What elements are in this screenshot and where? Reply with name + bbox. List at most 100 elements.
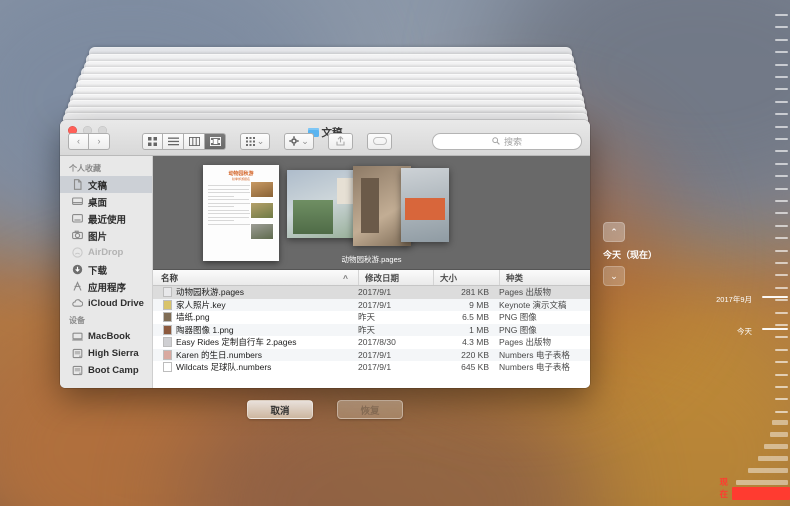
timeline-tick-recent[interactable] [764, 444, 788, 449]
coverflow-item-4[interactable] [401, 168, 449, 242]
timeline-tick[interactable] [775, 187, 788, 190]
column-header-name[interactable]: 名称 [161, 272, 178, 284]
sidebar-item-macbook[interactable]: MacBook [60, 328, 152, 345]
table-row[interactable]: Karen 的生日.numbers 2017/9/1 220 KB Numbers 电… [153, 348, 590, 361]
timeline-tick[interactable] [775, 100, 788, 103]
table-row[interactable]: 墙纸.png 昨天 6.5 MB PNG 图像 [153, 311, 590, 324]
file-kind-cell: PNG 图像 [499, 324, 537, 335]
table-row[interactable]: 家人照片.key 2017/9/1 9 MB Keynote 演示文稿 [153, 298, 590, 311]
sidebar-item-boot-camp[interactable]: Boot Camp [60, 362, 152, 379]
file-kind-cell: Keynote 演示文稿 [499, 299, 567, 310]
column-header-kind[interactable]: 种类 [499, 270, 590, 285]
laptop-icon [72, 332, 83, 341]
sidebar-item-最近使用[interactable]: 最近使用 [60, 210, 152, 227]
file-date-cell: 昨天 [358, 324, 376, 335]
timeline-tick[interactable] [775, 125, 788, 128]
timeline-now-bar[interactable] [732, 487, 790, 500]
coverflow-preview[interactable]: 动物园秋游 秋季郊游报名 动物园秋游.pages [153, 156, 590, 270]
timeline-tick-recent[interactable] [758, 456, 788, 461]
downloads-icon [72, 264, 83, 275]
column-header-date[interactable]: 修改日期 [358, 270, 433, 285]
timeline-tick[interactable] [775, 386, 788, 388]
sidebar-item-桌面[interactable]: 桌面 [60, 193, 152, 210]
coverflow-view-button[interactable] [205, 132, 226, 150]
file-kind-cell: Pages 出版物 [499, 287, 551, 298]
timeline-tick[interactable] [775, 38, 788, 41]
timeline-tick[interactable] [775, 150, 788, 153]
dialog-actions: 取消 恢复 [60, 400, 590, 419]
file-name-text: 动物园秋游.pages [176, 287, 245, 298]
sidebar-item-icloud-drive[interactable]: iCloud Drive [60, 295, 152, 312]
timeline-tick[interactable] [775, 336, 788, 339]
timeline-tick-recent[interactable] [748, 468, 788, 473]
icloud-icon [72, 299, 83, 307]
table-row[interactable]: Wildcats 足球队.numbers 2017/9/1 645 KB Number… [153, 361, 590, 374]
timeline-tick-labeled[interactable] [762, 296, 788, 298]
go-forward-in-time-button[interactable]: ⌄ [603, 266, 625, 286]
timeline-tick[interactable] [775, 212, 788, 215]
timeline-tick[interactable] [775, 262, 788, 264]
table-row[interactable]: 陶器图像 1.png 昨天 1 MB PNG 图像 [153, 323, 590, 336]
timeline-tick[interactable] [775, 373, 788, 376]
forward-button[interactable]: › [89, 132, 110, 150]
time-machine-timeline[interactable]: 2017年9月 今天 现在 [716, 0, 790, 506]
tag-button[interactable] [367, 132, 392, 150]
timeline-tick[interactable] [775, 249, 788, 252]
timeline-tick[interactable] [775, 14, 788, 16]
timeline-tick[interactable] [775, 175, 788, 178]
timeline-tick[interactable] [775, 311, 788, 314]
timeline-tick[interactable] [775, 286, 788, 289]
restore-button: 恢复 [337, 400, 403, 419]
timeline-tick[interactable] [775, 398, 788, 401]
share-button[interactable] [328, 132, 353, 150]
timeline-tick[interactable] [775, 76, 788, 78]
timeline-tick[interactable] [775, 88, 788, 91]
preview-photo-1 [250, 181, 274, 198]
timeline-tick[interactable] [775, 224, 788, 227]
sidebar-item-label: 桌面 [88, 197, 108, 209]
go-back-in-time-button[interactable]: ⌃ [603, 222, 625, 242]
timeline-tick[interactable] [775, 410, 788, 413]
file-name-cell: Karen 的生日.numbers [153, 349, 358, 361]
timeline-tick[interactable] [775, 348, 788, 351]
timeline-tick[interactable] [775, 361, 788, 364]
timeline-tick-recent[interactable] [770, 432, 788, 437]
timeline-tick[interactable] [775, 200, 788, 202]
timeline-tick[interactable] [775, 237, 788, 240]
action-button[interactable]: ⌄ [284, 132, 314, 150]
arrange-button[interactable]: ⌄ [240, 132, 270, 150]
sidebar-item-图片[interactable]: 图片 [60, 227, 152, 244]
list-view-button[interactable] [163, 132, 184, 150]
table-row[interactable]: Easy Rides 定制自行车 2.pages 2017/8/30 4.3 MB P… [153, 336, 590, 349]
timeline-tick[interactable] [775, 138, 788, 140]
sidebar-item-airdrop[interactable]: AirDrop [60, 244, 152, 261]
file-name-text: 墙纸.png [176, 312, 210, 323]
column-header-size[interactable]: 大小 [433, 270, 499, 285]
column-view-button[interactable] [184, 132, 205, 150]
sidebar-item-high-sierra[interactable]: High Sierra [60, 345, 152, 362]
timeline-tick[interactable] [775, 26, 788, 29]
file-type-icon [163, 324, 172, 335]
finder-window: 文稿 ‹ › [60, 120, 590, 388]
timeline-tick[interactable] [775, 324, 788, 326]
timeline-tick[interactable] [775, 299, 788, 302]
table-row[interactable]: 动物园秋游.pages 2017/9/1 281 KB Pages 出版物 [153, 286, 590, 299]
timeline-tick-recent[interactable] [736, 480, 788, 485]
coverflow-item-selected[interactable]: 动物园秋游 秋季郊游报名 [203, 165, 279, 261]
timeline-tick[interactable] [775, 63, 788, 66]
sidebar-item-下载[interactable]: 下载 [60, 261, 152, 278]
cancel-button[interactable]: 取消 [247, 400, 313, 419]
sidebar-item-文稿[interactable]: 文稿 [60, 176, 152, 193]
icon-view-button[interactable] [142, 132, 163, 150]
back-button[interactable]: ‹ [68, 132, 89, 150]
timeline-tick-labeled[interactable] [762, 328, 788, 330]
search-input[interactable]: 搜索 [432, 132, 582, 150]
file-size-cell: 220 KB [461, 349, 489, 360]
timeline-tick[interactable] [775, 51, 788, 54]
timeline-tick[interactable] [775, 274, 788, 277]
timeline-tick-recent[interactable] [772, 420, 788, 425]
timeline-tick[interactable] [775, 162, 788, 165]
sidebar-item-应用程序[interactable]: 应用程序 [60, 278, 152, 295]
timeline-tick[interactable] [775, 113, 788, 116]
file-kind-cell: Numbers 电子表格 [499, 349, 570, 360]
